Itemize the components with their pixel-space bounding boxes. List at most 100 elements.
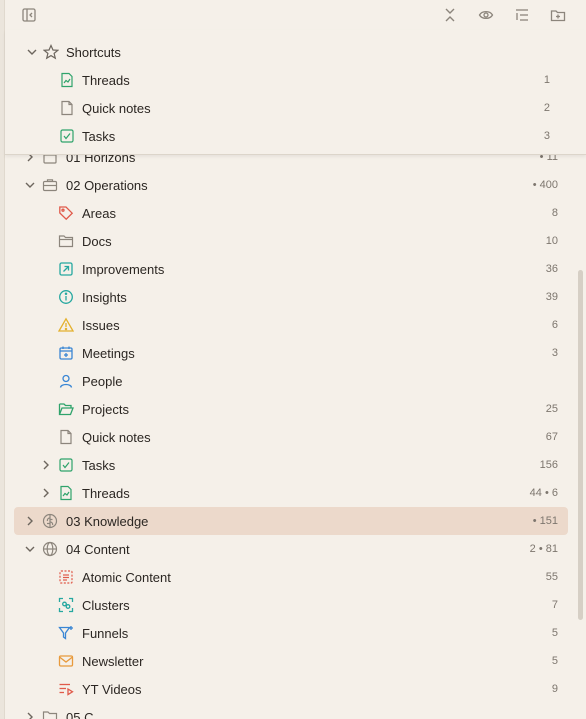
- info-icon: [58, 289, 74, 305]
- folder-people[interactable]: People: [14, 367, 568, 395]
- shortcut-label: Quick notes: [82, 100, 151, 116]
- folder-label: Atomic Content: [82, 569, 171, 585]
- item-count: 8: [551, 207, 558, 219]
- folder-label: Areas: [82, 205, 116, 221]
- checkbox-icon: [59, 128, 75, 144]
- tag-icon: [58, 205, 74, 221]
- chevron-right-icon[interactable]: [23, 514, 37, 528]
- folder-newsletter[interactable]: Newsletter 5: [14, 647, 568, 675]
- shortcut-item-threads[interactable]: Threads 1: [14, 66, 568, 94]
- folder-label: 04 Content: [66, 541, 130, 557]
- sidebar-toolbar: [5, 0, 586, 30]
- folder-atomic-content[interactable]: Atomic Content 55: [14, 563, 568, 591]
- chevron-right-icon[interactable]: [23, 710, 37, 719]
- item-count: 3: [551, 347, 558, 359]
- arrow-up-right-square-icon: [58, 261, 74, 277]
- file-icon: [59, 100, 75, 116]
- shortcuts-label: Shortcuts: [66, 44, 121, 60]
- chevron-right-icon[interactable]: [39, 486, 53, 500]
- new-folder-icon[interactable]: [547, 4, 569, 26]
- folder-tasks[interactable]: Tasks 156: [14, 451, 568, 479]
- shortcut-label: Threads: [82, 72, 130, 88]
- item-count: 9: [551, 683, 558, 695]
- folder-open-icon: [58, 401, 74, 417]
- item-count: 5: [551, 655, 558, 667]
- chevron-right-icon[interactable]: [39, 458, 53, 472]
- folder-label: Quick notes: [82, 429, 151, 445]
- scan-group-icon: [58, 597, 74, 613]
- folder-icon: [58, 233, 74, 249]
- folder-improvements[interactable]: Improvements 36: [14, 255, 568, 283]
- folder-label: 02 Operations: [66, 177, 148, 193]
- eye-icon[interactable]: [475, 4, 497, 26]
- folder-label: 03 Knowledge: [66, 513, 149, 529]
- chevron-down-icon[interactable]: [23, 178, 37, 192]
- folder-funnels[interactable]: Funnels 5: [14, 619, 568, 647]
- folder-03-knowledge[interactable]: 03 Knowledge • 151: [14, 507, 568, 535]
- folder-label: Improvements: [82, 261, 165, 277]
- chevron-down-icon[interactable]: [23, 542, 37, 556]
- chevron-down-icon[interactable]: [25, 45, 39, 59]
- folder-quick-notes[interactable]: Quick notes 67: [14, 423, 568, 451]
- shortcuts-section: Shortcuts Threads 1 Quick notes 2 Tasks …: [5, 30, 586, 155]
- folder-label: Issues: [82, 317, 120, 333]
- item-count: 3: [543, 130, 550, 142]
- item-count: 25: [545, 403, 558, 415]
- item-count: 55: [545, 571, 558, 583]
- folder-label: Insights: [82, 289, 127, 305]
- folder-label: Newsletter: [82, 653, 144, 669]
- folder-label: 05 C...: [66, 709, 105, 719]
- item-count: 67: [545, 431, 558, 443]
- shortcut-item-quick-notes[interactable]: Quick notes 2: [14, 94, 568, 122]
- folder-insights[interactable]: Insights 39: [14, 283, 568, 311]
- folder-label: Funnels: [82, 625, 129, 641]
- sort-tree-icon[interactable]: [511, 4, 533, 26]
- dashed-list-icon: [58, 569, 74, 585]
- shortcuts-header[interactable]: Shortcuts: [14, 38, 568, 66]
- folder-issues[interactable]: Issues 6: [14, 311, 568, 339]
- folder-label: Docs: [82, 233, 112, 249]
- file-tree: 01 Horizons • 11 02 Operations • 400 Are…: [0, 143, 586, 719]
- folder-threads[interactable]: Threads 44 • 6: [14, 479, 568, 507]
- video-list-icon: [58, 681, 74, 697]
- item-count: 5: [551, 627, 558, 639]
- folder-02-operations[interactable]: 02 Operations • 400: [14, 171, 568, 199]
- folder-label: Projects: [82, 401, 129, 417]
- file-icon: [58, 429, 74, 445]
- folder-04-content[interactable]: 04 Content 2 • 81: [14, 535, 568, 563]
- item-count: 1: [543, 74, 550, 86]
- item-count: 156: [539, 459, 558, 471]
- scrollbar-thumb[interactable]: [578, 270, 583, 620]
- item-count: 7: [551, 599, 558, 611]
- shortcut-item-tasks[interactable]: Tasks 3: [14, 122, 568, 150]
- item-count: 2 • 81: [529, 543, 558, 555]
- item-count: 2: [543, 102, 550, 114]
- thread-file-icon: [59, 72, 75, 88]
- user-icon: [58, 373, 74, 389]
- folder-label: Threads: [82, 485, 130, 501]
- briefcase-icon: [42, 177, 58, 193]
- folder-yt-videos[interactable]: YT Videos 9: [14, 675, 568, 703]
- mail-icon: [58, 653, 74, 669]
- folder-label: Meetings: [82, 345, 135, 361]
- item-count: 44 • 6: [529, 487, 558, 499]
- thread-file-icon: [58, 485, 74, 501]
- item-count: 39: [545, 291, 558, 303]
- folder-label: People: [82, 373, 123, 389]
- globe-icon: [42, 541, 58, 557]
- folder-projects[interactable]: Projects 25: [14, 395, 568, 423]
- folder-label: YT Videos: [82, 681, 142, 697]
- folder-05[interactable]: 05 C...: [14, 703, 568, 719]
- collapse-all-icon[interactable]: [439, 4, 461, 26]
- folder-meetings[interactable]: Meetings 3: [14, 339, 568, 367]
- sidebar-collapse-icon[interactable]: [18, 4, 40, 26]
- brain-icon: [42, 513, 58, 529]
- checkbox-icon: [58, 457, 74, 473]
- folder-areas[interactable]: Areas 8: [14, 199, 568, 227]
- item-count: 10: [545, 235, 558, 247]
- folder-label: Tasks: [82, 457, 116, 473]
- folder-clusters[interactable]: Clusters 7: [14, 591, 568, 619]
- folder-docs[interactable]: Docs 10: [14, 227, 568, 255]
- item-count: 36: [545, 263, 558, 275]
- calendar-plus-icon: [58, 345, 74, 361]
